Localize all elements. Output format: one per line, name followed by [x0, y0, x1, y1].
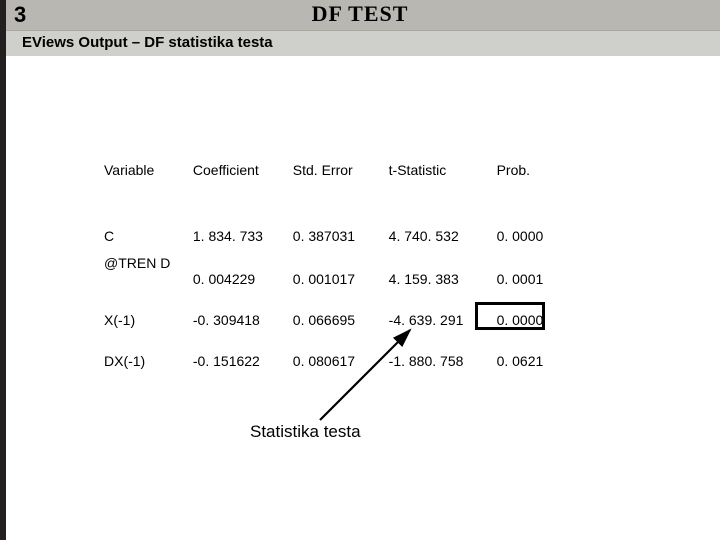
table-row: 0. 004229 0. 001017 4. 159. 383 0. 0001: [104, 271, 624, 287]
col-header-coefficient: Coefficient: [193, 162, 289, 178]
col-header-tstat: t-Statistic: [389, 162, 493, 178]
cell-variable: X(-1): [104, 312, 189, 328]
table-header-row: Variable Coefficient Std. Error t-Statis…: [104, 162, 624, 178]
cell-prob: 0. 0001: [497, 271, 567, 287]
table-row: C 1. 834. 733 0. 387031 4. 740. 532 0. 0…: [104, 228, 624, 244]
cell-variable: @TREN D: [104, 255, 189, 271]
highlight-box: [475, 302, 545, 330]
cell-prob: 0. 0621: [497, 353, 567, 369]
arrow-icon: [300, 320, 440, 430]
col-header-stderror: Std. Error: [293, 162, 385, 178]
cell-tstat: 4. 740. 532: [389, 228, 493, 244]
caption-statistika-testa: Statistika testa: [250, 422, 361, 442]
cell-coef: -0. 151622: [193, 353, 289, 369]
cell-se: 0. 387031: [293, 228, 385, 244]
cell-coef: 0. 004229: [193, 271, 289, 287]
page-subtitle: EViews Output – DF statistika testa: [22, 34, 273, 51]
cell-prob: 0. 0000: [497, 228, 567, 244]
col-header-prob: Prob.: [497, 162, 567, 178]
page-title: DF TEST: [0, 1, 720, 27]
left-stripe: [0, 0, 6, 540]
cell-variable: DX(-1): [104, 353, 189, 369]
cell-tstat: 4. 159. 383: [389, 271, 493, 287]
cell-variable: C: [104, 228, 189, 244]
cell-coef: 1. 834. 733: [193, 228, 289, 244]
cell-coef: -0. 309418: [193, 312, 289, 328]
col-header-variable: Variable: [104, 162, 189, 178]
cell-se: 0. 001017: [293, 271, 385, 287]
table-row: @TREN D: [104, 255, 624, 271]
